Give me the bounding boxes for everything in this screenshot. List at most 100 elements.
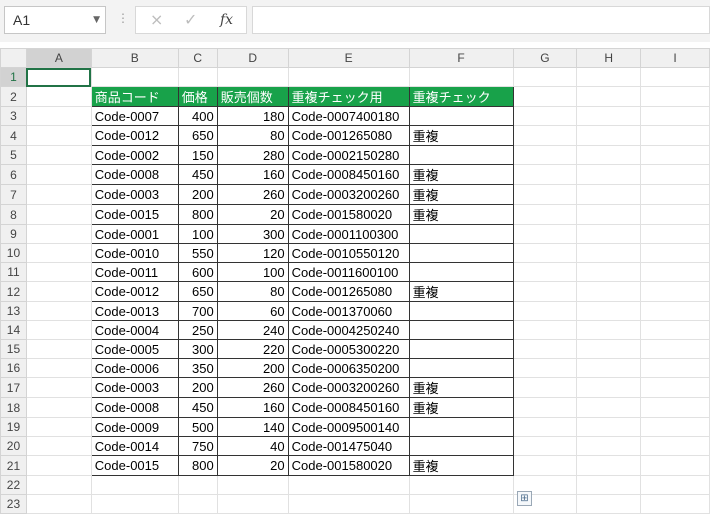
table-cell[interactable]: Code-0012: [90, 125, 179, 146]
table-cell[interactable]: 重複: [408, 377, 514, 398]
cell[interactable]: [576, 243, 642, 263]
cell[interactable]: [512, 358, 578, 378]
table-cell[interactable]: Code-0007400180: [287, 106, 410, 126]
table-cell[interactable]: Code-0003200260: [287, 184, 410, 205]
table-cell[interactable]: 重複: [408, 164, 514, 185]
insert-function-icon[interactable]: fx: [220, 12, 233, 28]
table-cell[interactable]: 重複: [408, 397, 514, 418]
cell[interactable]: [177, 67, 218, 87]
table-cell[interactable]: [408, 320, 514, 340]
row-header[interactable]: 12: [0, 281, 27, 302]
cell[interactable]: [216, 67, 289, 87]
cell[interactable]: [640, 475, 710, 495]
cell[interactable]: [640, 320, 710, 340]
cell[interactable]: [512, 397, 578, 418]
cell[interactable]: [216, 475, 289, 495]
cell[interactable]: [512, 164, 578, 185]
table-cell[interactable]: 重複: [408, 204, 514, 225]
cell[interactable]: [576, 455, 642, 476]
cell[interactable]: [640, 262, 710, 282]
table-cell[interactable]: 500: [177, 417, 218, 437]
table-cell[interactable]: 450: [177, 397, 218, 418]
table-cell[interactable]: Code-0005300220: [287, 339, 410, 359]
cell[interactable]: [512, 224, 578, 244]
cell[interactable]: [25, 417, 92, 437]
table-cell[interactable]: Code-0002150280: [287, 145, 410, 165]
row-header[interactable]: 6: [0, 164, 27, 185]
cancel-icon[interactable]: ×: [150, 10, 163, 29]
table-cell[interactable]: Code-001370060: [287, 301, 410, 321]
cell[interactable]: [216, 494, 289, 514]
table-cell[interactable]: Code-0007: [90, 106, 179, 126]
table-cell[interactable]: 250: [177, 320, 218, 340]
table-cell[interactable]: 100: [177, 224, 218, 244]
cell[interactable]: [512, 436, 578, 456]
row-header[interactable]: 23: [0, 494, 27, 514]
cell[interactable]: [576, 320, 642, 340]
cell[interactable]: [576, 475, 642, 495]
cell[interactable]: [90, 67, 179, 87]
table-cell[interactable]: 重複: [408, 125, 514, 146]
column-header-F[interactable]: F: [408, 48, 514, 68]
cell[interactable]: [512, 106, 578, 126]
column-header-D[interactable]: D: [216, 48, 289, 68]
cell[interactable]: [640, 339, 710, 359]
row-header[interactable]: 19: [0, 417, 27, 437]
chevron-down-icon[interactable]: ▼: [93, 15, 100, 25]
cell[interactable]: [512, 320, 578, 340]
cell[interactable]: [25, 494, 92, 514]
cell[interactable]: [25, 281, 92, 302]
cell[interactable]: [640, 106, 710, 126]
table-cell[interactable]: 700: [177, 301, 218, 321]
cell[interactable]: [512, 145, 578, 165]
cell[interactable]: [25, 125, 92, 146]
table-cell[interactable]: Code-0011: [90, 262, 179, 282]
cell[interactable]: [512, 301, 578, 321]
column-header-I[interactable]: I: [640, 48, 710, 68]
cell[interactable]: [640, 358, 710, 378]
table-cell[interactable]: 750: [177, 436, 218, 456]
table-header-cell[interactable]: 販売個数: [216, 86, 289, 107]
table-cell[interactable]: 280: [216, 145, 289, 165]
table-cell[interactable]: 100: [216, 262, 289, 282]
table-cell[interactable]: Code-0015: [90, 204, 179, 225]
table-cell[interactable]: Code-0006350200: [287, 358, 410, 378]
table-cell[interactable]: Code-0010550120: [287, 243, 410, 263]
cell[interactable]: [512, 204, 578, 225]
table-cell[interactable]: [408, 417, 514, 437]
table-header-cell[interactable]: 価格: [177, 86, 218, 107]
table-cell[interactable]: Code-0009500140: [287, 417, 410, 437]
row-header[interactable]: 7: [0, 184, 27, 205]
cell[interactable]: [25, 243, 92, 263]
cell[interactable]: [640, 67, 710, 87]
row-header[interactable]: 8: [0, 204, 27, 225]
row-header[interactable]: 10: [0, 243, 27, 263]
table-cell[interactable]: Code-0014: [90, 436, 179, 456]
cell[interactable]: [512, 377, 578, 398]
table-cell[interactable]: [408, 301, 514, 321]
cell[interactable]: [408, 67, 514, 87]
cell[interactable]: [640, 243, 710, 263]
cell[interactable]: [287, 475, 410, 495]
row-header[interactable]: 4: [0, 125, 27, 146]
cell[interactable]: [25, 436, 92, 456]
cell[interactable]: [90, 475, 179, 495]
column-header-H[interactable]: H: [576, 48, 642, 68]
table-cell[interactable]: 160: [216, 164, 289, 185]
cell[interactable]: [576, 125, 642, 146]
table-cell[interactable]: Code-0012: [90, 281, 179, 302]
cell[interactable]: [512, 262, 578, 282]
cell[interactable]: [576, 339, 642, 359]
row-header[interactable]: 2: [0, 86, 27, 107]
table-cell[interactable]: Code-001580020: [287, 204, 410, 225]
cell[interactable]: [25, 145, 92, 165]
cell[interactable]: [287, 494, 410, 514]
table-cell[interactable]: Code-0003: [90, 184, 179, 205]
cell[interactable]: [25, 164, 92, 185]
table-cell[interactable]: 800: [177, 455, 218, 476]
column-header-C[interactable]: C: [177, 48, 218, 68]
cell[interactable]: [512, 339, 578, 359]
table-cell[interactable]: 800: [177, 204, 218, 225]
table-cell[interactable]: Code-0008450160: [287, 397, 410, 418]
table-cell[interactable]: [408, 358, 514, 378]
